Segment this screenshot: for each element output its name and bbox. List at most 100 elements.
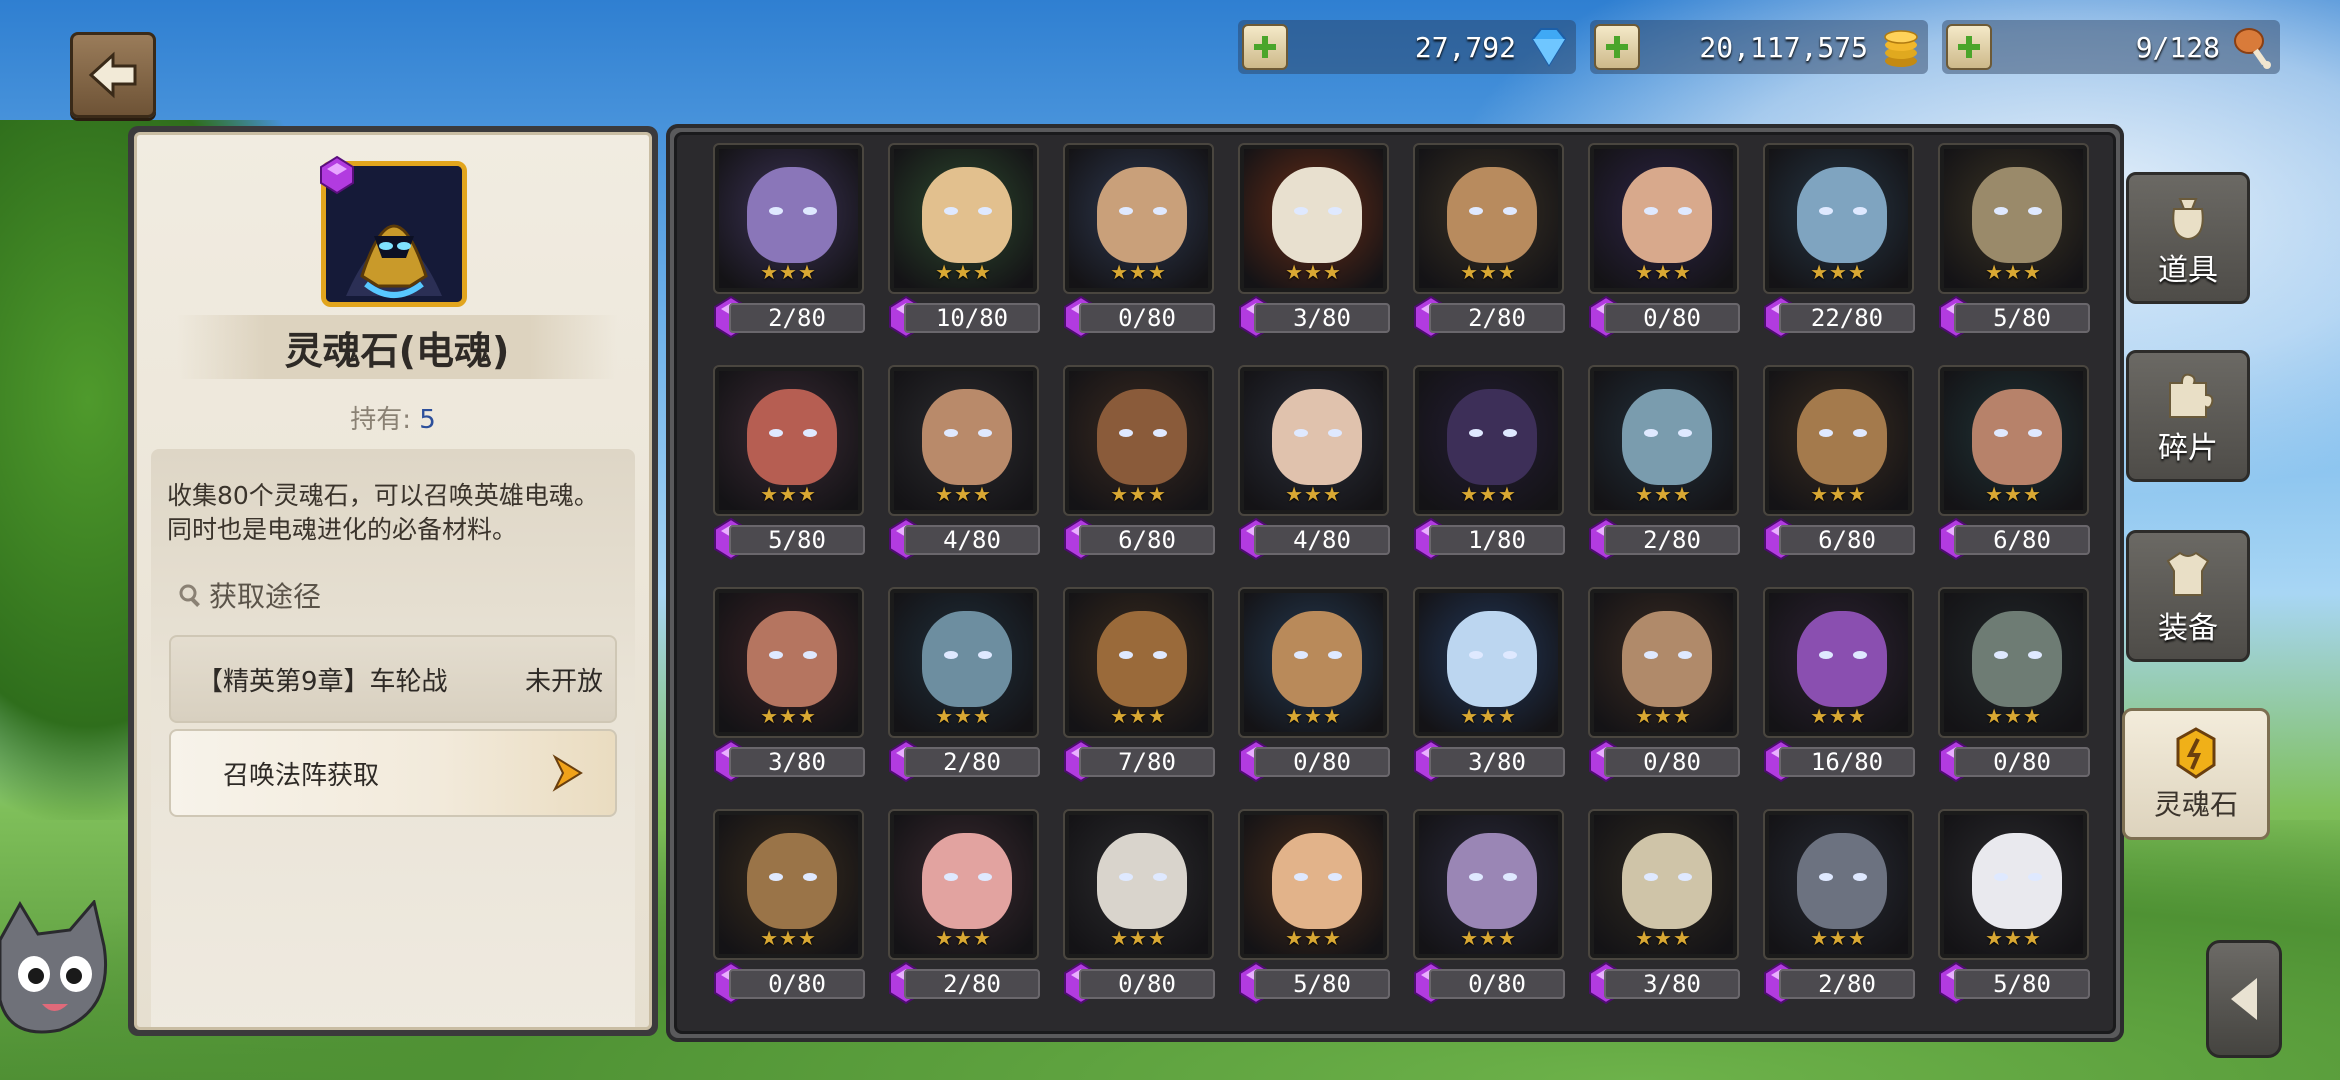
hero-portrait[interactable]: ★★★ <box>888 143 1039 294</box>
add-diamonds-button[interactable] <box>1242 24 1288 70</box>
soulstone-slot[interactable]: ★★★ 3/80 <box>1236 143 1391 355</box>
soulstone-slot[interactable]: ★★★ 4/80 <box>886 365 1041 577</box>
hero-eye <box>769 651 783 659</box>
hero-eye <box>1294 207 1308 215</box>
hero-portrait[interactable]: ★★★ <box>1238 809 1389 960</box>
hero-portrait[interactable]: ★★★ <box>888 587 1039 738</box>
collapse-button[interactable] <box>2206 940 2282 1058</box>
hero-portrait[interactable]: ★★★ <box>713 365 864 516</box>
hero-eye <box>1328 873 1342 881</box>
soulstone-slot[interactable]: ★★★ 7/80 <box>1061 587 1216 799</box>
tab-items[interactable]: 道具 <box>2126 172 2250 304</box>
hero-eye <box>803 873 817 881</box>
hero-eye <box>1503 207 1517 215</box>
soulstone-slot[interactable]: ★★★ 2/80 <box>1586 365 1741 577</box>
tab-soulstone[interactable]: 灵魂石 <box>2122 708 2270 840</box>
soulstone-slot[interactable]: ★★★ 3/80 <box>1411 587 1566 799</box>
hero-portrait[interactable]: ★★★ <box>1413 143 1564 294</box>
hero-portrait[interactable]: ★★★ <box>1763 809 1914 960</box>
hero-portrait[interactable]: ★★★ <box>1063 809 1214 960</box>
star-rating: ★★★ <box>760 926 817 950</box>
soulstone-grid-panel: ★★★ 2/80 ★★★ 10/80 ★★★ 0/80 ★★★ 3/80 ★★★ 2/80 ★★★ 0… <box>666 124 2124 1042</box>
soulstone-slot[interactable]: ★★★ 0/80 <box>1586 143 1741 355</box>
hero-portrait[interactable]: ★★★ <box>1763 365 1914 516</box>
add-gold-button[interactable] <box>1594 24 1640 70</box>
hero-portrait[interactable]: ★★★ <box>1238 365 1389 516</box>
soulstone-slot[interactable]: ★★★ 22/80 <box>1761 143 1916 355</box>
hero-portrait[interactable]: ★★★ <box>1238 143 1389 294</box>
hero-eye <box>1119 873 1133 881</box>
hero-portrait[interactable]: ★★★ <box>1588 587 1739 738</box>
soulstone-slot[interactable]: ★★★ 3/80 <box>1586 809 1741 1021</box>
soulstone-count: 3/80 <box>1254 303 1390 333</box>
hero-portrait[interactable]: ★★★ <box>1413 809 1564 960</box>
add-stamina-button[interactable] <box>1946 24 1992 70</box>
soulstone-slot[interactable]: ★★★ 16/80 <box>1761 587 1916 799</box>
soulstone-count: 6/80 <box>1954 525 2090 555</box>
hero-portrait[interactable]: ★★★ <box>1413 587 1564 738</box>
hero-portrait[interactable]: ★★★ <box>1938 143 2089 294</box>
soulstone-slot[interactable]: ★★★ 2/80 <box>711 143 866 355</box>
source-summon-circle[interactable]: 召唤法阵获取 <box>169 729 617 817</box>
soulstone-slot[interactable]: ★★★ 6/80 <box>1761 365 1916 577</box>
source-status: 未开放 <box>524 666 603 697</box>
soulstone-slot[interactable]: ★★★ 5/80 <box>1936 809 2091 1021</box>
soulstone-slot[interactable]: ★★★ 0/80 <box>1936 587 2091 799</box>
soulstone-count: 2/80 <box>1779 969 1915 999</box>
hero-portrait[interactable]: ★★★ <box>1938 809 2089 960</box>
hero-portrait[interactable]: ★★★ <box>713 143 864 294</box>
hero-portrait[interactable]: ★★★ <box>1238 587 1389 738</box>
star-rating: ★★★ <box>1110 260 1167 284</box>
tab-equipment[interactable]: 装备 <box>2126 530 2250 662</box>
hero-portrait[interactable]: ★★★ <box>888 809 1039 960</box>
hero-portrait[interactable]: ★★★ <box>1063 143 1214 294</box>
soulstone-slot[interactable]: ★★★ 5/80 <box>1936 143 2091 355</box>
hero-portrait[interactable]: ★★★ <box>1763 587 1914 738</box>
hero-portrait[interactable]: ★★★ <box>1588 809 1739 960</box>
hero-portrait[interactable]: ★★★ <box>1938 365 2089 516</box>
hero-face <box>922 611 1012 707</box>
source-title: 获取途径 <box>177 575 321 615</box>
back-button[interactable] <box>70 32 156 118</box>
soulstone-slot[interactable]: ★★★ 2/80 <box>1411 143 1566 355</box>
soulstone-slot[interactable]: ★★★ 0/80 <box>1236 587 1391 799</box>
hero-portrait[interactable]: ★★★ <box>1588 143 1739 294</box>
soulstone-slot[interactable]: ★★★ 0/80 <box>711 809 866 1021</box>
hero-eye <box>1294 873 1308 881</box>
chevron-right-icon[interactable] <box>549 753 585 793</box>
tab-fragments[interactable]: 碎片 <box>2126 350 2250 482</box>
hero-portrait[interactable]: ★★★ <box>713 809 864 960</box>
soulstone-slot[interactable]: ★★★ 0/80 <box>1586 587 1741 799</box>
hero-portrait[interactable]: ★★★ <box>1588 365 1739 516</box>
soulstone-slot[interactable]: ★★★ 0/80 <box>1411 809 1566 1021</box>
soulstone-slot[interactable]: ★★★ 5/80 <box>1236 809 1391 1021</box>
hero-portrait[interactable]: ★★★ <box>1938 587 2089 738</box>
hero-portrait[interactable]: ★★★ <box>888 365 1039 516</box>
soulstone-slot[interactable]: ★★★ 6/80 <box>1936 365 2091 577</box>
hero-portrait[interactable]: ★★★ <box>1413 365 1564 516</box>
soulstone-slot[interactable]: ★★★ 3/80 <box>711 587 866 799</box>
hero-face <box>1097 611 1187 707</box>
soulstone-slot[interactable]: ★★★ 10/80 <box>886 143 1041 355</box>
soulstone-slot[interactable]: ★★★ 0/80 <box>1061 143 1216 355</box>
hero-portrait[interactable]: ★★★ <box>713 587 864 738</box>
hero-portrait[interactable]: ★★★ <box>1063 365 1214 516</box>
soulstone-slot[interactable]: ★★★ 2/80 <box>886 809 1041 1021</box>
hero-eye <box>1119 651 1133 659</box>
hero-eye <box>803 429 817 437</box>
soulstone-slot[interactable]: ★★★ 2/80 <box>1761 809 1916 1021</box>
soulstone-slot[interactable]: ★★★ 6/80 <box>1061 365 1216 577</box>
soulstone-slot[interactable]: ★★★ 2/80 <box>886 587 1041 799</box>
hero-eye <box>944 651 958 659</box>
hero-portrait[interactable]: ★★★ <box>1063 587 1214 738</box>
soulstone-count: 4/80 <box>1254 525 1390 555</box>
star-rating: ★★★ <box>935 704 992 728</box>
soulstone-slot[interactable]: ★★★ 1/80 <box>1411 365 1566 577</box>
hero-portrait[interactable]: ★★★ <box>1763 143 1914 294</box>
hero-face <box>1097 167 1187 263</box>
soulstone-slot[interactable]: ★★★ 4/80 <box>1236 365 1391 577</box>
soulstone-slot[interactable]: ★★★ 0/80 <box>1061 809 1216 1021</box>
soulstone-slot[interactable]: ★★★ 5/80 <box>711 365 866 577</box>
star-rating: ★★★ <box>1460 926 1517 950</box>
source-elite-chapter-9[interactable]: 【精英第9章】车轮战 未开放 <box>169 635 617 723</box>
